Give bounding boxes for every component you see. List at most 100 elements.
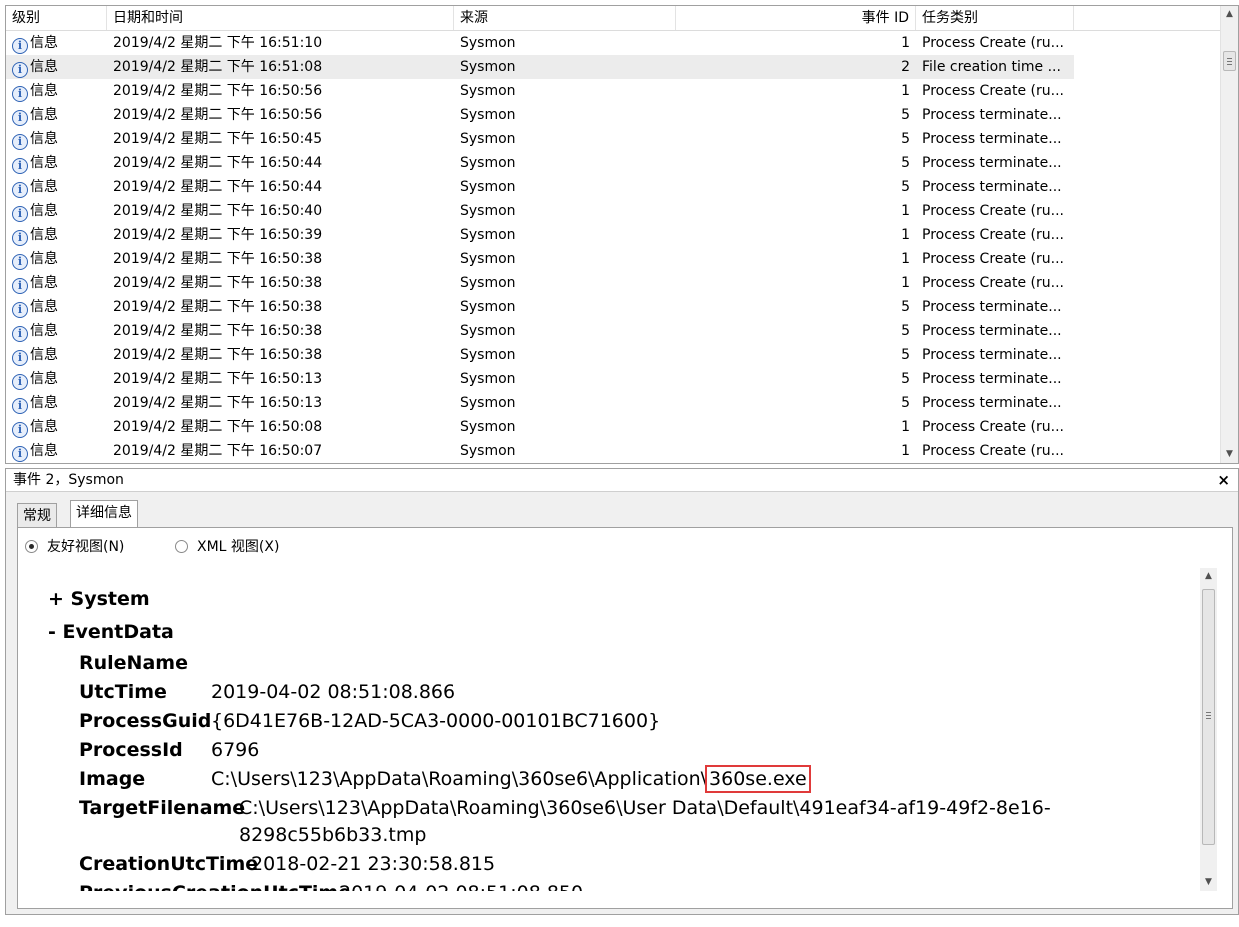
row-event-id: 1	[901, 35, 910, 51]
info-icon: i	[12, 86, 28, 102]
column-header-task[interactable]: 任务类别	[916, 6, 1074, 30]
table-row[interactable]: i 信息 2019/4/2 星期二 下午 16:50:39 Sysmon 1 Proces…	[6, 223, 1221, 247]
row-source: Sysmon	[460, 203, 516, 219]
row-event-id: 5	[901, 323, 910, 339]
event-rows: i 信息 2019/4/2 星期二 下午 16:51:10 Sysmon 1 Proces…	[6, 31, 1221, 463]
row-datetime: 2019/4/2 星期二 下午 16:51:10	[113, 35, 323, 51]
detail-title: 事件 2，Sysmon	[13, 472, 124, 488]
table-row[interactable]: i 信息 2019/4/2 星期二 下午 16:50:38 Sysmon 5 Proces…	[6, 343, 1221, 367]
field-value-processid: 6796	[211, 739, 260, 761]
table-row[interactable]: i 信息 2019/4/2 星期二 下午 16:50:07 Sysmon 1 Proces…	[6, 439, 1221, 463]
image-exe-highlight: 360se.exe	[705, 765, 811, 793]
row-level-label: 信息	[30, 419, 58, 435]
table-row[interactable]: i 信息 2019/4/2 星期二 下午 16:50:40 Sysmon 1 Proces…	[6, 199, 1221, 223]
table-row[interactable]: i 信息 2019/4/2 星期二 下午 16:51:10 Sysmon 1 Proces…	[6, 31, 1221, 55]
row-source: Sysmon	[460, 59, 516, 75]
table-row[interactable]: i 信息 2019/4/2 星期二 下午 16:50:56 Sysmon 5 Proces…	[6, 103, 1221, 127]
info-icon: i	[12, 182, 28, 198]
row-event-id: 1	[901, 83, 910, 99]
row-level-label: 信息	[30, 323, 58, 339]
row-task: Process terminate...	[922, 155, 1062, 171]
row-source: Sysmon	[460, 131, 516, 147]
row-task: Process Create (ru...	[922, 227, 1064, 243]
row-datetime: 2019/4/2 星期二 下午 16:50:45	[113, 131, 323, 147]
row-level: i 信息	[12, 175, 107, 199]
detail-scrollbar[interactable]: ▲ ▼	[1200, 568, 1217, 891]
table-row[interactable]: i 信息 2019/4/2 星期二 下午 16:51:08 Sysmon 2 File c…	[6, 55, 1221, 79]
row-task: File creation time ...	[922, 59, 1061, 75]
row-source: Sysmon	[460, 323, 516, 339]
info-icon: i	[12, 350, 28, 366]
eventdata-section-toggle[interactable]: - EventData	[48, 620, 174, 644]
detail-scroll-down-arrow-icon[interactable]: ▼	[1200, 874, 1217, 891]
row-source: Sysmon	[460, 83, 516, 99]
row-event-id: 5	[901, 371, 910, 387]
row-event-id: 1	[901, 443, 910, 459]
xml-view-label[interactable]: XML 视图(X)	[197, 539, 279, 555]
detail-title-bar: 事件 2，Sysmon ×	[6, 469, 1238, 492]
table-row[interactable]: i 信息 2019/4/2 星期二 下午 16:50:13 Sysmon 5 Proces…	[6, 391, 1221, 415]
info-icon: i	[12, 230, 28, 246]
row-source: Sysmon	[460, 251, 516, 267]
table-row[interactable]: i 信息 2019/4/2 星期二 下午 16:50:44 Sysmon 5 Proces…	[6, 151, 1221, 175]
row-datetime: 2019/4/2 星期二 下午 16:50:13	[113, 395, 323, 411]
row-level-label: 信息	[30, 155, 58, 171]
friendly-view-label[interactable]: 友好视图(N)	[47, 539, 124, 555]
column-header-level[interactable]: 级别	[6, 6, 107, 30]
row-source: Sysmon	[460, 299, 516, 315]
row-datetime: 2019/4/2 星期二 下午 16:50:07	[113, 443, 323, 459]
info-icon: i	[12, 134, 28, 150]
info-icon: i	[12, 422, 28, 438]
list-scrollbar[interactable]: ▲ ▼	[1220, 6, 1238, 463]
system-section-toggle[interactable]: + System	[48, 587, 150, 611]
row-datetime: 2019/4/2 星期二 下午 16:50:38	[113, 299, 323, 315]
row-task: Process terminate...	[922, 179, 1062, 195]
field-key-utctime: UtcTime	[79, 681, 167, 703]
table-row[interactable]: i 信息 2019/4/2 星期二 下午 16:50:38 Sysmon 5 Proces…	[6, 295, 1221, 319]
event-detail-pane: 事件 2，Sysmon × 常规 详细信息 友好视图(N) XML 视图(X) …	[5, 468, 1239, 915]
row-task: Process terminate...	[922, 347, 1062, 363]
row-level: i 信息	[12, 55, 107, 79]
row-task: Process Create (ru...	[922, 251, 1064, 267]
field-key-processid: ProcessId	[79, 739, 183, 761]
image-path-prefix: C:\Users\123\AppData\Roaming\360se6\Appl…	[211, 768, 708, 790]
row-datetime: 2019/4/2 星期二 下午 16:50:44	[113, 155, 323, 171]
table-row[interactable]: i 信息 2019/4/2 星期二 下午 16:50:38 Sysmon 5 Proces…	[6, 319, 1221, 343]
row-event-id: 5	[901, 179, 910, 195]
row-task: Process terminate...	[922, 395, 1062, 411]
xml-view-radio[interactable]	[175, 540, 188, 553]
row-level-label: 信息	[30, 83, 58, 99]
row-datetime: 2019/4/2 星期二 下午 16:50:56	[113, 83, 323, 99]
row-task: Process terminate...	[922, 107, 1062, 123]
list-header: 级别 日期和时间 来源 事件 ID 任务类别	[6, 6, 1221, 31]
friendly-view-radio[interactable]	[25, 540, 38, 553]
row-level-label: 信息	[30, 203, 58, 219]
column-header-source[interactable]: 来源	[454, 6, 676, 30]
table-row[interactable]: i 信息 2019/4/2 星期二 下午 16:50:45 Sysmon 5 Proces…	[6, 127, 1221, 151]
table-row[interactable]: i 信息 2019/4/2 星期二 下午 16:50:56 Sysmon 1 Proces…	[6, 79, 1221, 103]
table-row[interactable]: i 信息 2019/4/2 星期二 下午 16:50:44 Sysmon 5 Proces…	[6, 175, 1221, 199]
tab-general[interactable]: 常规	[17, 503, 57, 527]
table-row[interactable]: i 信息 2019/4/2 星期二 下午 16:50:38 Sysmon 1 Proces…	[6, 247, 1221, 271]
column-header-event-id[interactable]: 事件 ID	[676, 6, 916, 30]
detail-scroll-up-arrow-icon[interactable]: ▲	[1200, 568, 1217, 585]
row-source: Sysmon	[460, 35, 516, 51]
detail-scroll-thumb[interactable]	[1202, 589, 1215, 845]
row-task: Process Create (ru...	[922, 443, 1064, 459]
field-value-creationutctime: 2018-02-21 23:30:58.815	[251, 853, 496, 875]
scroll-up-arrow-icon[interactable]: ▲	[1221, 6, 1238, 23]
row-source: Sysmon	[460, 419, 516, 435]
column-header-datetime[interactable]: 日期和时间	[107, 6, 454, 30]
tab-details[interactable]: 详细信息	[70, 500, 138, 527]
table-row[interactable]: i 信息 2019/4/2 星期二 下午 16:50:08 Sysmon 1 Proces…	[6, 415, 1221, 439]
row-level: i 信息	[12, 367, 107, 391]
field-value-processguid: {6D41E76B-12AD-5CA3-0000-00101BC71600}	[211, 710, 661, 732]
row-level-label: 信息	[30, 251, 58, 267]
info-icon: i	[12, 326, 28, 342]
info-icon: i	[12, 254, 28, 270]
table-row[interactable]: i 信息 2019/4/2 星期二 下午 16:50:13 Sysmon 5 Proces…	[6, 367, 1221, 391]
table-row[interactable]: i 信息 2019/4/2 星期二 下午 16:50:38 Sysmon 1 Proces…	[6, 271, 1221, 295]
list-scroll-thumb[interactable]	[1223, 51, 1236, 71]
close-icon[interactable]: ×	[1217, 469, 1230, 491]
scroll-down-arrow-icon[interactable]: ▼	[1221, 446, 1238, 463]
